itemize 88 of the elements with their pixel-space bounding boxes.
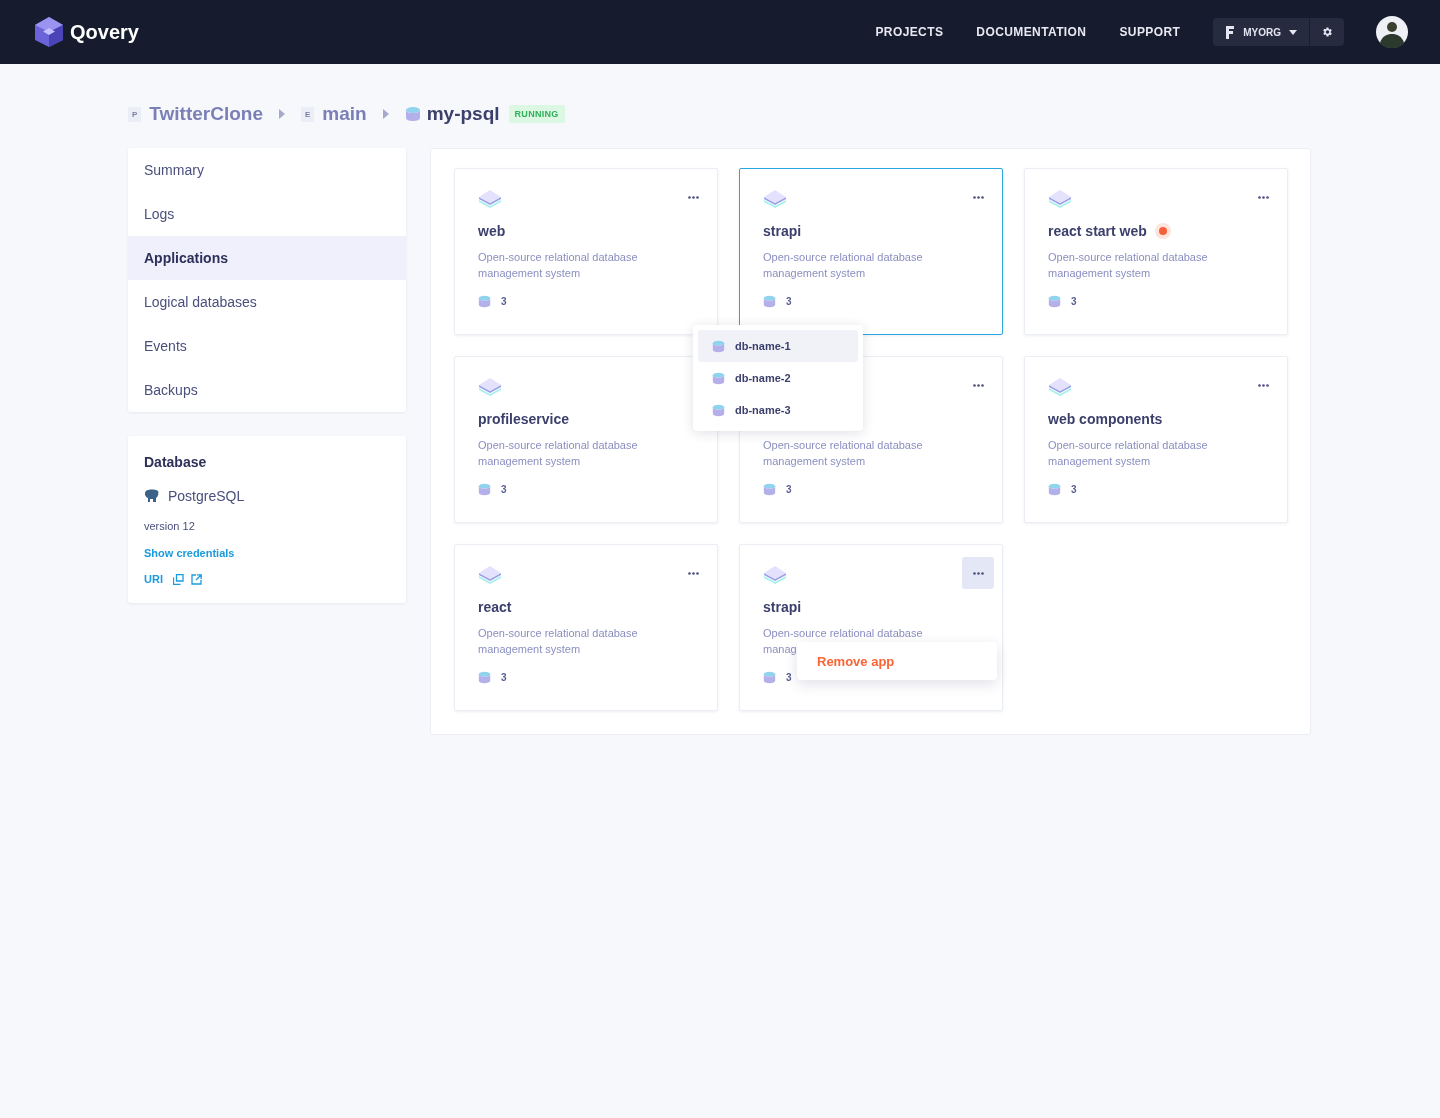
app-description: Open-source relational database manag [763, 626, 924, 657]
database-icon [763, 483, 776, 496]
sidebar-item[interactable]: Applications [128, 236, 406, 280]
breadcrumb-link[interactable]: TwitterClone [149, 103, 263, 125]
layers-icon [1048, 377, 1072, 397]
layers-icon [763, 189, 787, 209]
app-description: Open-source relational database management system [1048, 250, 1209, 281]
database-count: 3 [786, 484, 792, 495]
app-card[interactable]: react start web Open-source relational database management system 3 [1024, 168, 1288, 335]
sidebar-item[interactable]: Backups [128, 368, 406, 412]
database-icon [478, 671, 491, 684]
more-icon [972, 571, 984, 575]
app-name: web [478, 223, 506, 239]
more-icon [972, 383, 984, 387]
nav-link[interactable]: SUPPORT [1119, 25, 1181, 39]
database-count: 3 [501, 484, 507, 495]
org-dropdown[interactable]: MYORG [1213, 18, 1310, 46]
database-count: 3 [786, 672, 792, 683]
nav-link[interactable]: PROJECTS [875, 25, 944, 39]
layers-icon [1048, 189, 1072, 209]
user-avatar[interactable] [1376, 16, 1408, 48]
more-icon [1257, 195, 1269, 199]
external-link-icon[interactable] [190, 573, 202, 585]
caret-icon [1289, 29, 1297, 35]
sidebar-item[interactable]: Logs [128, 192, 406, 236]
sidebar-item[interactable]: Logical databases [128, 280, 406, 324]
more-icon [687, 571, 699, 575]
app-card[interactable]: web components Open-source relational database management system 3 [1024, 356, 1288, 523]
breadcrumb-link[interactable]: main [322, 103, 367, 125]
org-logo-icon [1225, 25, 1236, 39]
settings-icon [1321, 26, 1333, 38]
engine-name: PostgreSQL [168, 488, 245, 504]
crumb-badge: E [301, 106, 315, 122]
database-icon [712, 403, 725, 417]
app-name: react start web [1048, 223, 1147, 239]
crumb-badge: P [128, 106, 142, 122]
app-name: profileservice [478, 411, 570, 427]
chevron-icon [382, 109, 389, 119]
app-description: Open-source relational database management system [763, 438, 924, 469]
card-title: Database [144, 454, 208, 470]
layers-icon [478, 189, 502, 209]
database-count: 3 [1071, 296, 1077, 307]
database-icon [1048, 295, 1061, 308]
database-count: 3 [501, 672, 507, 683]
layers-icon [763, 565, 787, 585]
database-icon [712, 371, 725, 385]
database-icon [763, 671, 776, 684]
more-icon [687, 195, 699, 199]
cube-logo-icon[interactable] [34, 16, 64, 48]
chevron-icon [279, 109, 285, 119]
sidebar-item[interactable]: Events [128, 324, 406, 368]
app-description: Open-source relational database management system [478, 250, 639, 281]
app-card[interactable]: react Open-source relational database management system 3 [454, 544, 718, 711]
database-menu-item[interactable]: db-name-1 [698, 330, 858, 362]
app-name: strapi [763, 599, 802, 615]
app-description: Open-source relational database management system [1048, 438, 1209, 469]
version-text: version 12 [144, 520, 196, 532]
layers-icon [478, 377, 502, 397]
database-name: db-name-1 [735, 340, 791, 352]
app-card[interactable]: profileservice Open-source relational database management system 3 [454, 356, 718, 523]
app-description: Open-source relational database management system [763, 250, 924, 281]
database-icon [478, 295, 491, 308]
nav-link[interactable]: DOCUMENTATION [976, 25, 1087, 39]
app-name: react [478, 599, 512, 615]
database-count: 3 [786, 296, 792, 307]
app-description: Open-source relational database management system [478, 438, 639, 469]
database-icon [404, 106, 421, 122]
app-name: strapi [763, 223, 802, 239]
app-name: web components [1048, 411, 1163, 427]
more-icon [1257, 383, 1269, 387]
app-card[interactable]: web Open-source relational database management system 3 [454, 168, 718, 335]
database-icon [1048, 483, 1061, 496]
app-card[interactable]: strapi Open-source relational database manag 3 Remove app [739, 544, 1003, 711]
more-button[interactable] [962, 557, 994, 589]
database-icon [478, 483, 491, 496]
database-icon [712, 339, 725, 353]
brand-name[interactable]: Qovery [70, 20, 139, 44]
elephant-icon [144, 488, 160, 504]
sidebar-item[interactable]: Summary [128, 148, 406, 192]
copy-icon[interactable] [172, 573, 184, 585]
layers-icon [478, 565, 502, 585]
database-count: 3 [1071, 484, 1077, 495]
app-card[interactable]: strapi Open-source relational database management system 3 [739, 168, 1003, 335]
status-badge: RUNNING [508, 105, 565, 123]
database-count: 3 [501, 296, 507, 307]
database-icon [763, 295, 776, 308]
more-icon [972, 195, 984, 199]
app-description: Open-source relational database management system [478, 626, 639, 657]
